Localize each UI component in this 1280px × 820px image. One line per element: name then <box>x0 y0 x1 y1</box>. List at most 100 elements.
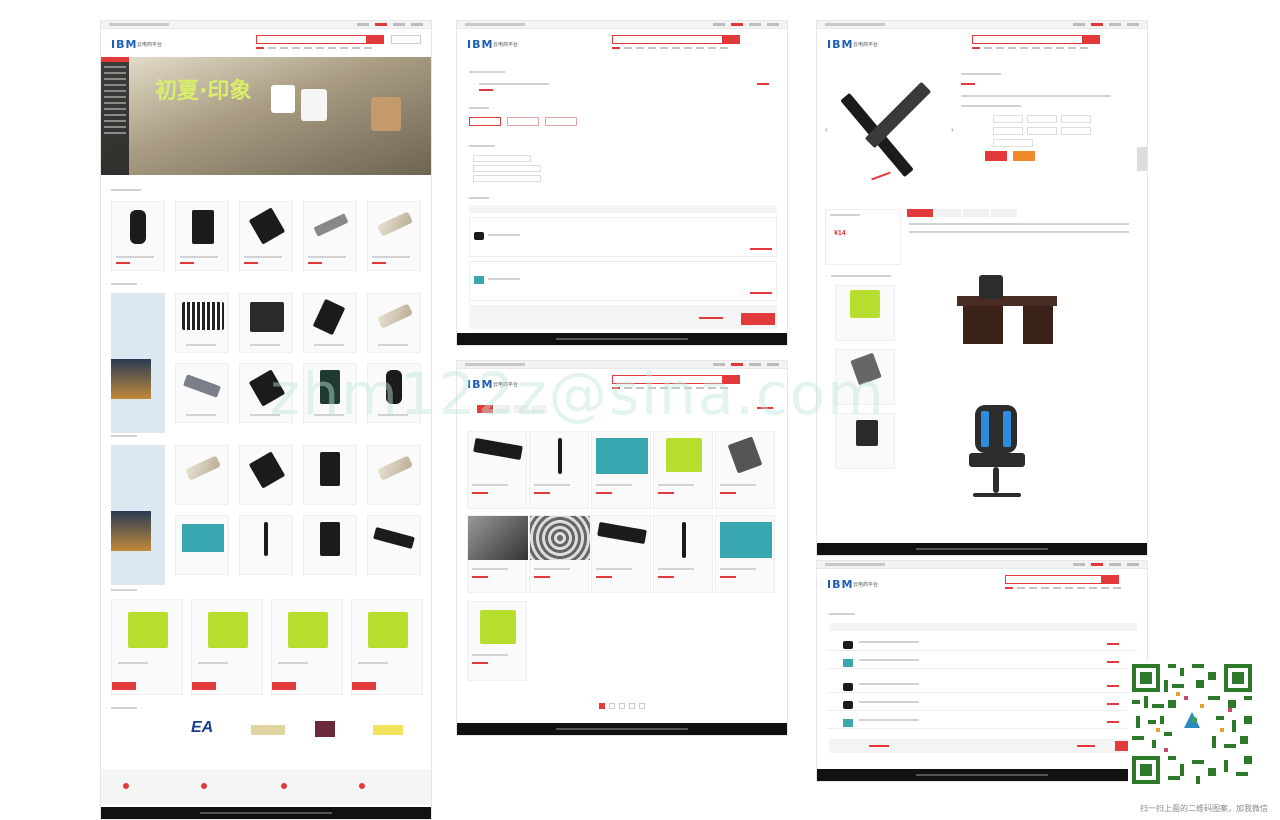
section-title-2 <box>111 283 137 285</box>
submit-order-button[interactable] <box>741 313 775 325</box>
address-edit-link[interactable] <box>757 83 769 85</box>
product-card[interactable] <box>367 293 421 353</box>
logo[interactable]: IBM <box>111 38 137 51</box>
search-button[interactable] <box>1101 575 1119 584</box>
add-to-cart-button[interactable] <box>1013 151 1035 161</box>
detail-tab[interactable] <box>963 209 989 217</box>
product-card[interactable] <box>111 201 165 271</box>
cart-summary <box>829 739 1137 753</box>
product-card[interactable] <box>303 515 357 575</box>
option-chip[interactable] <box>993 127 1023 135</box>
product-card[interactable] <box>653 431 713 509</box>
related-product[interactable] <box>835 285 895 341</box>
product-card[interactable] <box>175 445 229 505</box>
wechat-qr-code[interactable] <box>1128 660 1256 788</box>
logo[interactable]: IBM <box>827 578 853 591</box>
buy-now-button[interactable] <box>985 151 1007 161</box>
search-button[interactable] <box>1082 35 1100 44</box>
footer <box>457 333 787 345</box>
brand-logo[interactable] <box>315 721 335 737</box>
pagination-page-2[interactable] <box>609 703 615 709</box>
product-card[interactable] <box>239 201 293 271</box>
option-chip[interactable] <box>1061 127 1091 135</box>
invoice-select[interactable] <box>473 155 531 162</box>
product-card[interactable] <box>111 599 183 695</box>
product-card[interactable] <box>239 293 293 353</box>
search-input[interactable] <box>612 35 724 44</box>
product-card[interactable] <box>653 515 713 593</box>
spec-row <box>909 231 1129 233</box>
product-card[interactable] <box>529 431 589 509</box>
search-button[interactable] <box>722 35 740 44</box>
product-card[interactable] <box>367 201 421 271</box>
detail-tab[interactable] <box>935 209 961 217</box>
product-card[interactable] <box>367 445 421 505</box>
search-input[interactable] <box>972 35 1084 44</box>
product-card[interactable] <box>175 293 229 353</box>
option-chip[interactable] <box>993 115 1023 123</box>
payment-option[interactable] <box>545 117 577 126</box>
brand-logo-ea[interactable]: EA <box>191 719 213 737</box>
product-card[interactable] <box>467 431 527 509</box>
pagination-page-4[interactable] <box>629 703 635 709</box>
brand-logo[interactable] <box>373 725 403 735</box>
brand-logo[interactable] <box>251 725 285 735</box>
payment-option[interactable] <box>507 117 539 126</box>
top-nav[interactable] <box>1005 587 1121 589</box>
top-nav[interactable] <box>972 47 1088 49</box>
product-card[interactable] <box>351 599 423 695</box>
product-card[interactable] <box>467 601 527 681</box>
logo-subtitle: 云电商平台 <box>493 42 519 48</box>
product-card[interactable] <box>715 431 775 509</box>
option-chip[interactable] <box>1027 115 1057 123</box>
hero-banner[interactable]: 初夏·印象 <box>101 57 431 175</box>
product-card[interactable] <box>303 293 357 353</box>
logo-subtitle: 云电商平台 <box>853 42 879 48</box>
search-button[interactable] <box>366 35 384 44</box>
product-card[interactable] <box>239 515 293 575</box>
side-promo-2[interactable] <box>111 445 165 585</box>
product-card[interactable] <box>271 599 343 695</box>
product-card[interactable] <box>591 515 651 593</box>
product-card[interactable] <box>303 445 357 505</box>
product-card[interactable] <box>239 445 293 505</box>
invoice-field[interactable] <box>473 175 541 182</box>
cart-button[interactable] <box>391 35 421 44</box>
product-card[interactable] <box>367 515 421 575</box>
invoice-field[interactable] <box>473 165 541 172</box>
cart-header <box>829 623 1137 631</box>
side-scroll-tab[interactable] <box>1137 147 1147 171</box>
pagination-page-5[interactable] <box>639 703 645 709</box>
product-card[interactable] <box>591 431 651 509</box>
product-card[interactable] <box>467 515 528 593</box>
footer <box>457 723 787 735</box>
product-card[interactable] <box>175 363 229 423</box>
logo[interactable]: IBM <box>827 38 853 51</box>
logo[interactable]: IBM <box>467 38 493 51</box>
top-nav[interactable] <box>256 47 372 49</box>
top-strip <box>101 21 431 29</box>
gallery-prev-arrow[interactable]: ‹ <box>825 125 828 134</box>
category-menu[interactable] <box>101 57 129 175</box>
pagination-page-3[interactable] <box>619 703 625 709</box>
top-nav[interactable] <box>612 47 728 49</box>
service-icon <box>281 783 287 789</box>
payment-option[interactable] <box>469 117 501 126</box>
product-card[interactable] <box>303 201 357 271</box>
side-promo[interactable] <box>111 293 165 433</box>
option-chip[interactable] <box>1027 127 1057 135</box>
product-card[interactable] <box>529 515 590 593</box>
product-card[interactable] <box>175 515 229 575</box>
detail-tab[interactable] <box>991 209 1017 217</box>
detail-tab-active[interactable] <box>907 209 933 217</box>
quantity-stepper[interactable] <box>993 139 1033 147</box>
product-gallery[interactable] <box>831 65 951 195</box>
gallery-next-arrow[interactable]: › <box>951 125 954 134</box>
product-card[interactable] <box>175 201 229 271</box>
service-strip <box>101 769 431 805</box>
pagination-page-1[interactable] <box>599 703 605 709</box>
search-input[interactable] <box>256 35 368 44</box>
product-card[interactable] <box>715 515 775 593</box>
product-card[interactable] <box>191 599 263 695</box>
option-chip[interactable] <box>1061 115 1091 123</box>
